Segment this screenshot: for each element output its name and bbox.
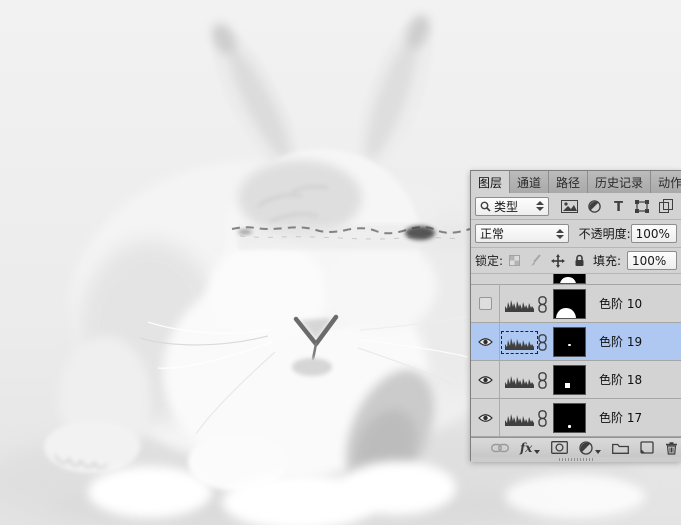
layer-row[interactable]: 色阶 18	[471, 361, 681, 399]
blend-mode-dropdown[interactable]: 正常	[475, 224, 569, 243]
lock-icons	[509, 254, 585, 268]
type-layer-filter-icon[interactable]: T	[612, 200, 625, 213]
layer-name[interactable]: 色阶 17	[599, 399, 642, 436]
search-icon	[480, 201, 491, 212]
visibility-toggle[interactable]	[471, 361, 500, 398]
visibility-toggle[interactable]	[471, 285, 500, 322]
link-layers-icon[interactable]	[491, 438, 509, 457]
blend-mode-spinner	[552, 229, 564, 239]
layers-panel: 图层 通道 路径 历史记录 动作 类型	[470, 170, 681, 461]
levels-adjustment-icon[interactable]	[505, 297, 534, 312]
layer-style-fx-icon[interactable]: fx	[520, 438, 540, 457]
mask-thumbnail[interactable]	[553, 327, 586, 357]
filter-kind-dropdown[interactable]: 类型	[475, 197, 549, 216]
layer-row[interactable]: 色阶 10	[471, 285, 681, 323]
layer-name[interactable]: 色阶 10	[599, 285, 642, 322]
hidden-layer-box	[479, 297, 492, 310]
svg-text:T: T	[614, 200, 623, 213]
eye-icon	[478, 337, 493, 347]
fill-input[interactable]: 100%	[627, 251, 677, 270]
new-group-icon[interactable]	[612, 438, 629, 457]
photoshop-workspace: 图层 通道 路径 历史记录 动作 类型	[0, 0, 681, 525]
panel-tabbar: 图层 通道 路径 历史记录 动作	[471, 171, 681, 193]
panel-resize-grip[interactable]	[471, 457, 681, 462]
levels-adjustment-icon[interactable]	[505, 335, 534, 350]
tab-paths[interactable]: 路径	[549, 171, 588, 193]
add-layer-mask-icon[interactable]	[551, 438, 568, 457]
lock-label: 锁定:	[475, 252, 503, 269]
filter-kind-label: 类型	[494, 198, 518, 215]
adjustment-layer-filter-icon[interactable]	[588, 200, 601, 213]
smart-object-filter-icon[interactable]	[659, 199, 673, 213]
mask-link-icon[interactable]	[538, 296, 547, 313]
filter-icons: T	[561, 199, 673, 213]
layer-filter-row: 类型 T	[471, 193, 681, 220]
opacity-label: 不透明度:	[579, 225, 631, 242]
eye-icon	[478, 413, 493, 423]
tab-history[interactable]: 历史记录	[588, 171, 651, 193]
opacity-value: 100%	[636, 227, 670, 241]
tab-channels[interactable]: 通道	[510, 171, 549, 193]
layer-row[interactable]: 色阶 17	[471, 399, 681, 437]
layer-row[interactable]: 色阶 19	[471, 323, 681, 361]
mask-link-icon[interactable]	[538, 372, 547, 389]
delete-layer-icon[interactable]	[665, 438, 678, 457]
layer-name[interactable]: 色阶 18	[599, 361, 642, 398]
levels-adjustment-icon[interactable]	[505, 411, 534, 426]
blend-mode-value: 正常	[480, 225, 504, 242]
lock-paint-icon[interactable]	[529, 254, 542, 267]
tab-layers[interactable]: 图层	[471, 171, 510, 194]
visibility-toggle[interactable]	[471, 399, 500, 436]
visibility-toggle[interactable]	[471, 323, 500, 360]
lock-fill-row: 锁定:	[471, 248, 681, 274]
blend-opacity-row: 正常 不透明度: 100%	[471, 220, 681, 248]
mask-thumbnail[interactable]	[553, 403, 586, 433]
fill-label: 填充:	[593, 252, 621, 269]
levels-adjustment-icon[interactable]	[505, 373, 534, 388]
layer-list: 色阶 10 色阶 19	[471, 274, 681, 437]
layer-name[interactable]: 色阶 19	[599, 323, 642, 360]
lock-transparency-icon[interactable]	[509, 255, 520, 266]
mask-thumbnail	[553, 274, 586, 284]
tab-actions[interactable]: 动作	[651, 171, 681, 193]
filter-kind-spinner	[532, 201, 544, 211]
lock-position-icon[interactable]	[551, 254, 565, 268]
mask-thumbnail[interactable]	[553, 289, 586, 319]
lock-all-icon[interactable]	[574, 254, 585, 267]
new-layer-icon[interactable]	[640, 438, 654, 457]
new-adjustment-layer-icon[interactable]	[579, 438, 601, 457]
opacity-input[interactable]: 100%	[631, 224, 677, 243]
eye-icon	[478, 375, 493, 385]
panel-bottom-bar: fx	[471, 437, 681, 457]
mask-link-icon[interactable]	[538, 410, 547, 427]
layer-row-partial[interactable]	[471, 274, 681, 285]
fill-value: 100%	[632, 254, 666, 268]
mask-thumbnail[interactable]	[553, 365, 586, 395]
pixel-layer-filter-icon[interactable]	[561, 200, 578, 213]
mask-link-icon[interactable]	[538, 334, 547, 351]
shape-layer-filter-icon[interactable]	[635, 200, 649, 213]
